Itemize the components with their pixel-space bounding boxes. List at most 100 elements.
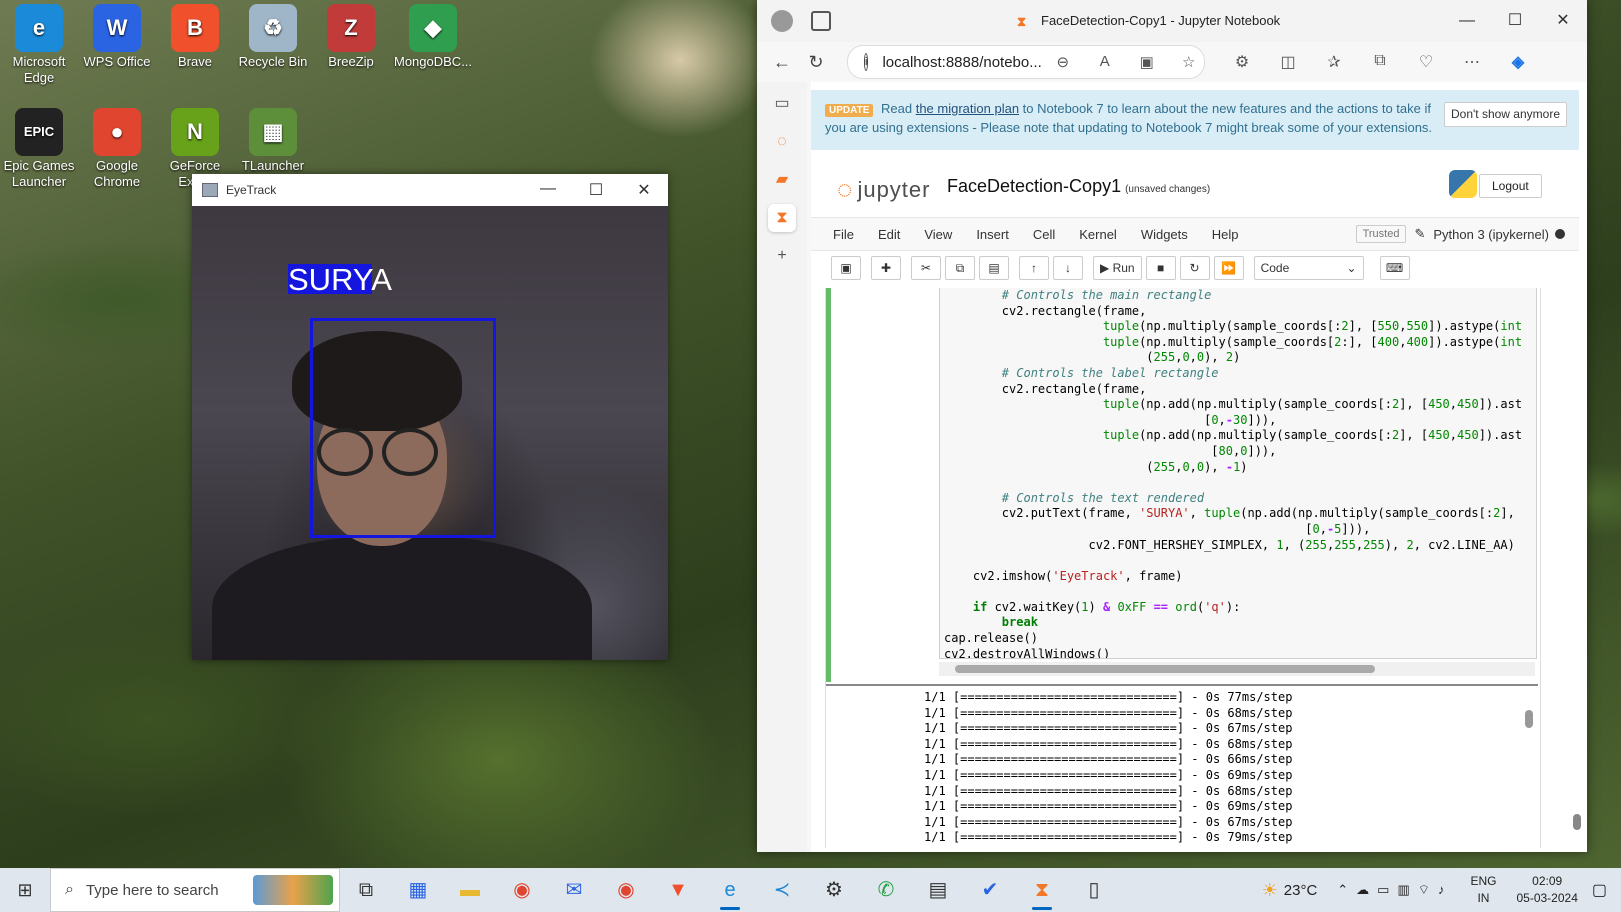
minimize-button[interactable]: — — [524, 180, 572, 200]
kernel-name[interactable]: Python 3 (ipykernel) — [1433, 227, 1549, 242]
task-view-icon[interactable]: ⧉ — [340, 868, 392, 912]
close-button[interactable]: ✕ — [620, 180, 668, 200]
sidebar-tabs-icon[interactable]: ▭ — [768, 90, 796, 118]
immersive-reader-icon[interactable]: ▣ — [1126, 53, 1168, 71]
run-button[interactable]: ▶ Run — [1093, 256, 1142, 280]
desktop-icon[interactable]: ● Google Chrome — [78, 108, 156, 190]
extensions-icon[interactable]: ⚙ — [1219, 52, 1265, 72]
logout-button[interactable]: Logout — [1479, 174, 1542, 198]
browser-titlebar[interactable]: ⧗ FaceDetection-Copy1 - Jupyter Notebook… — [757, 0, 1587, 42]
keyboard-icon[interactable]: ⌨ — [1379, 256, 1410, 280]
code-text[interactable]: # Controls the main rectangle cv2.rectan… — [940, 288, 1536, 658]
site-info-icon[interactable]: i — [864, 53, 869, 71]
edge-browser-window[interactable]: ⧗ FaceDetection-Copy1 - Jupyter Notebook… — [757, 0, 1587, 852]
chrome-icon[interactable]: ◉ — [496, 868, 548, 912]
eyetrack-window[interactable]: EyeTrack — ☐ ✕ SURYA — [192, 174, 668, 660]
browser-minimize-button[interactable]: — — [1443, 0, 1491, 42]
menu-cell[interactable]: Cell — [1021, 227, 1067, 242]
collections-icon[interactable]: ⧉ — [1357, 52, 1403, 72]
read-aloud-icon[interactable]: A — [1084, 53, 1126, 71]
browser-essentials-icon[interactable]: ♡ — [1403, 52, 1449, 72]
move-down-icon[interactable]: ↓ — [1053, 256, 1083, 280]
split-screen-icon[interactable]: ◫ — [1265, 52, 1311, 72]
jupyter-logo[interactable]: ◌ jupyter — [837, 174, 931, 205]
chrome-profile-icon[interactable]: ◉ — [600, 868, 652, 912]
desktop-icon[interactable]: ▦ TLauncher — [234, 108, 312, 174]
sidebar-jupyter-icon[interactable]: ◌ — [768, 128, 796, 156]
migration-plan-link[interactable]: the migration plan — [916, 101, 1019, 116]
output-scrollbar[interactable] — [1524, 692, 1534, 848]
vscode-icon[interactable]: ≺ — [756, 868, 808, 912]
refresh-icon[interactable]: ↻ — [799, 52, 833, 73]
sidebar-add-icon[interactable]: + — [768, 242, 796, 270]
code-horizontal-scrollbar[interactable] — [939, 662, 1535, 676]
brave-icon[interactable]: ▼ — [652, 868, 704, 912]
windows-start-icon[interactable]: ⊞ — [0, 880, 50, 901]
dont-show-anymore-button[interactable]: Don't show anymore — [1443, 102, 1567, 127]
maximize-button[interactable]: ☐ — [572, 180, 620, 200]
copilot-icon[interactable]: ◈ — [1495, 52, 1541, 72]
desktop-icon[interactable]: e Microsoft Edge — [0, 4, 78, 86]
settings-gear-icon[interactable]: ⚙ — [808, 868, 860, 912]
fast-forward-icon[interactable]: ⏩ — [1213, 256, 1244, 280]
page-scrollbar[interactable] — [1571, 266, 1583, 846]
browser-close-button[interactable]: ✕ — [1539, 0, 1587, 42]
restart-icon[interactable]: ↻ — [1179, 256, 1210, 280]
notification-icon[interactable]: ▢ — [1592, 880, 1607, 900]
output-scrollbar-thumb[interactable] — [1525, 710, 1533, 728]
favorite-star-icon[interactable]: ☆ — [1168, 53, 1210, 71]
menu-file[interactable]: File — [821, 227, 866, 242]
tab-actions-icon[interactable] — [811, 11, 831, 31]
file-explorer-icon[interactable]: ▬ — [444, 868, 496, 912]
desktop-icon[interactable]: B Brave — [156, 4, 234, 70]
zoom-icon[interactable]: ⊖ — [1042, 53, 1084, 71]
tab-title[interactable]: ⧗ FaceDetection-Copy1 - Jupyter Notebook — [1017, 13, 1280, 29]
stop-icon[interactable]: ■ — [1145, 256, 1176, 280]
weather-icon[interactable]: ☀ — [1262, 880, 1278, 901]
cell-type-select[interactable]: Code ⌄ — [1253, 256, 1364, 280]
edge-icon[interactable]: e — [704, 868, 756, 912]
move-up-icon[interactable]: ↑ — [1019, 256, 1049, 280]
cut-icon[interactable]: ✂ — [911, 256, 941, 280]
more-menu-icon[interactable]: ⋯ — [1449, 52, 1495, 72]
save-icon[interactable]: ▣ — [831, 256, 861, 280]
profile-icon[interactable] — [771, 10, 793, 32]
page-scrollbar-thumb[interactable] — [1573, 814, 1581, 830]
tray-system-icons[interactable]: ⌃☁▭▥⌔♪ — [1337, 882, 1452, 898]
paste-icon[interactable]: ▤ — [979, 256, 1009, 280]
copy-icon[interactable]: ⧉ — [945, 256, 975, 280]
menu-view[interactable]: View — [912, 227, 964, 242]
favorites-icon[interactable]: ✰ — [1311, 52, 1357, 72]
edit-pencil-icon[interactable]: ✎ — [1414, 226, 1425, 242]
code-editor[interactable]: # Controls the main rectangle cv2.rectan… — [939, 288, 1537, 659]
sidebar-active-tab-icon[interactable]: ⧗ — [768, 204, 796, 232]
taskbar-search[interactable]: ⌕ Type here to search — [50, 868, 340, 912]
notepad-icon[interactable]: ▯ — [1068, 868, 1120, 912]
notebook-name[interactable]: FaceDetection-Copy1 (unsaved changes) — [947, 176, 1210, 197]
menu-widgets[interactable]: Widgets — [1129, 227, 1200, 242]
desktop-icon[interactable]: ◆ MongoDBC... — [394, 4, 472, 70]
menu-edit[interactable]: Edit — [866, 227, 912, 242]
url-text[interactable]: localhost:8888/notebo... — [882, 54, 1041, 71]
menu-help[interactable]: Help — [1200, 227, 1251, 242]
jupyter-taskbar-icon[interactable]: ⧗ — [1016, 868, 1068, 912]
clock[interactable]: 02:09 05-03-2024 — [1516, 873, 1577, 907]
temperature[interactable]: 23°C — [1284, 882, 1318, 899]
eyetrack-titlebar[interactable]: EyeTrack — ☐ ✕ — [192, 174, 668, 206]
language-indicator[interactable]: ENG IN — [1470, 873, 1496, 907]
address-bar[interactable]: i localhost:8888/notebo... ⊖ A ▣ ☆ — [847, 45, 1205, 79]
mail-icon[interactable]: ✉ — [548, 868, 600, 912]
calculator-icon[interactable]: ▤ — [912, 868, 964, 912]
sidebar-notebook-icon[interactable]: ▰ — [768, 166, 796, 194]
back-icon[interactable]: ← — [765, 52, 799, 73]
browser-maximize-button[interactable]: ☐ — [1491, 0, 1539, 42]
desktop-icon[interactable]: EPIC Epic Games Launcher — [0, 108, 78, 190]
scrollbar-thumb[interactable] — [955, 665, 1375, 673]
menu-insert[interactable]: Insert — [964, 227, 1021, 242]
todo-check-icon[interactable]: ✔ — [964, 868, 1016, 912]
store-icon[interactable]: ▦ — [392, 868, 444, 912]
trusted-indicator[interactable]: Trusted — [1355, 225, 1407, 243]
whatsapp-icon[interactable]: ✆ — [860, 868, 912, 912]
code-cell[interactable]: # Controls the main rectangle cv2.rectan… — [826, 288, 1540, 682]
desktop-icon[interactable]: ♻ Recycle Bin — [234, 4, 312, 70]
